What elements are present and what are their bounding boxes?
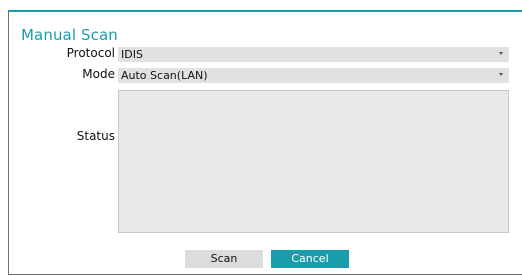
chevron-down-icon	[499, 52, 503, 55]
mode-value: Auto Scan(LAN)	[121, 69, 208, 82]
mode-label: Mode	[82, 67, 115, 81]
scan-button[interactable]: Scan	[185, 250, 263, 268]
status-textarea[interactable]	[118, 90, 509, 233]
status-label: Status	[76, 129, 115, 143]
protocol-label: Protocol	[66, 46, 115, 60]
manual-scan-dialog: Manual Scan Protocol IDIS Mode Auto Scan…	[8, 12, 522, 275]
cancel-button[interactable]: Cancel	[271, 250, 349, 268]
chevron-down-icon	[499, 73, 503, 76]
dialog-title: Manual Scan	[21, 26, 118, 44]
protocol-value: IDIS	[121, 48, 143, 61]
mode-select[interactable]: Auto Scan(LAN)	[118, 68, 509, 83]
protocol-select[interactable]: IDIS	[118, 47, 509, 62]
manual-scan-window: Manual Scan Protocol IDIS Mode Auto Scan…	[0, 0, 522, 275]
